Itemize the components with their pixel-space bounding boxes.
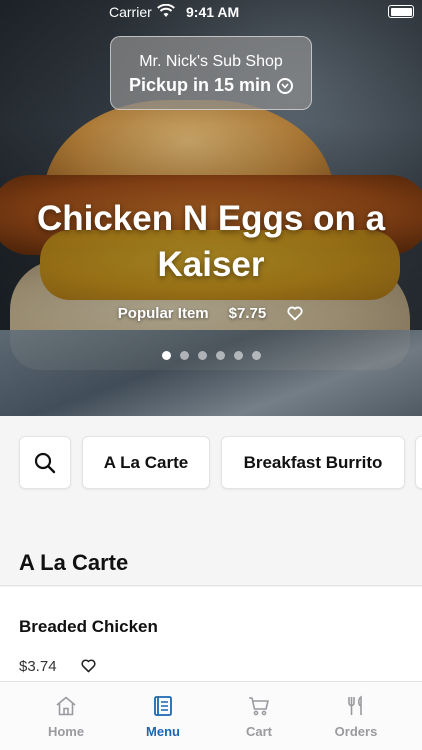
bottom-tab-bar: Home Menu Cart Orders (0, 681, 422, 750)
tab-home-label: Home (47, 724, 85, 739)
home-icon (56, 696, 76, 716)
tab-orders-label: Orders (334, 724, 378, 739)
tab-cart[interactable]: Cart (219, 694, 299, 739)
carousel-dot[interactable] (161, 351, 171, 360)
tab-menu[interactable]: Menu (123, 694, 203, 739)
wifi-icon (157, 4, 175, 17)
tab-orders[interactable]: Orders (316, 694, 396, 739)
menu-item-name: Breaded Chicken (19, 617, 158, 636)
popular-item-badge: Popular Item (117, 304, 209, 322)
category-chip-a-la-carte[interactable]: A La Carte (82, 436, 210, 489)
search-button[interactable] (19, 436, 71, 489)
menu-item-price: $3.74 (19, 658, 57, 675)
carousel-page-indicator[interactable] (0, 351, 422, 360)
menu-book-icon (154, 696, 172, 716)
pickup-time-row: Pickup in 15 min (111, 75, 311, 96)
chevron-down-icon (277, 77, 294, 94)
carousel-dot[interactable] (215, 351, 225, 360)
store-pickup-selector[interactable]: Mr. Nick's Sub Shop Pickup in 15 min (110, 36, 312, 110)
search-icon (34, 452, 56, 473)
carousel-dot[interactable] (251, 351, 261, 360)
category-chip-breakfast-burrito[interactable]: Breakfast Burrito (221, 436, 405, 489)
menu-section-header: A La Carte (0, 510, 422, 586)
heart-icon[interactable] (80, 657, 97, 674)
section-title: A La Carte (19, 550, 129, 575)
featured-item-price: $7.75 (228, 304, 267, 322)
carrier-label: Carrier (109, 4, 152, 20)
app-screen: Carrier 9:41 AM Mr. Nick's Sub Shop Pick… (0, 0, 422, 750)
carousel-dot[interactable] (197, 351, 207, 360)
hero-banner[interactable]: Carrier 9:41 AM Mr. Nick's Sub Shop Pick… (0, 0, 422, 416)
menu-item-row[interactable]: Breaded Chicken $3.74 (0, 587, 422, 687)
store-name: Mr. Nick's Sub Shop (139, 53, 283, 70)
featured-item-meta: Popular Item $7.75 (0, 304, 422, 322)
heart-icon[interactable] (286, 304, 304, 322)
fork-knife-icon (348, 695, 362, 715)
cart-icon (249, 697, 269, 716)
tab-home[interactable]: Home (26, 694, 106, 739)
clock-time: 9:41 AM (186, 4, 240, 20)
carousel-dot[interactable] (179, 351, 189, 360)
category-chip-next[interactable] (415, 436, 422, 489)
tab-cart-label: Cart (245, 724, 272, 739)
pickup-time-label: Pickup in 15 min (128, 75, 272, 95)
featured-item-title: Chicken N Eggs on a Kaiser (36, 199, 386, 284)
carousel-dot[interactable] (233, 351, 243, 360)
status-bar: Carrier 9:41 AM (0, 0, 422, 26)
category-chip-bar[interactable]: A La Carte Breakfast Burrito (0, 416, 422, 510)
battery-icon (388, 5, 414, 18)
tab-menu-label: Menu (146, 724, 180, 739)
